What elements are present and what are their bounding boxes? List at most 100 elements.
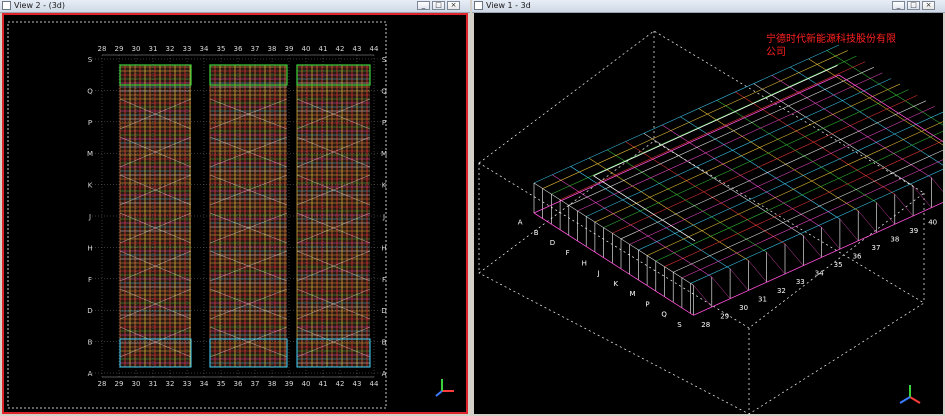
facade-brace <box>766 252 786 275</box>
facade-brace <box>711 276 731 299</box>
minimize-icon: _ <box>421 1 426 9</box>
close-icon: × <box>925 1 932 9</box>
minimize-button[interactable]: _ <box>892 1 905 10</box>
grid-label-top: 36 <box>234 45 243 53</box>
grid-label-bottom: 31 <box>149 380 158 388</box>
grid-label-iso: 33 <box>796 278 805 286</box>
roof-beam <box>533 182 694 286</box>
grid-label-top: 44 <box>370 45 379 53</box>
facade-brace <box>894 194 914 217</box>
company-annotation: 宁德时代新能源科技股份有限 公司 <box>766 33 916 59</box>
grid-label-right: H <box>381 244 386 252</box>
grid-label-bottom: 30 <box>132 380 141 388</box>
roof-beam <box>552 174 712 278</box>
roof-beam <box>620 100 927 240</box>
roof-beam <box>808 58 943 146</box>
minimize-icon: _ <box>896 1 901 9</box>
roof-beam <box>625 141 786 245</box>
view1-titlebar[interactable]: View 1 - 3d _ □ × <box>472 0 945 13</box>
grid-label-right: A <box>382 370 387 378</box>
grid-label-iso: B <box>534 229 539 237</box>
close-button[interactable]: × <box>447 1 460 10</box>
grid-label-iso: P <box>645 300 649 308</box>
grid-label-left: Q <box>87 87 93 95</box>
grid-label-top: 28 <box>98 45 107 53</box>
roof-beam <box>753 83 914 187</box>
close-button[interactable]: × <box>922 1 935 10</box>
grid-label-iso: 40 <box>928 218 937 226</box>
roof-beam <box>607 149 767 253</box>
grid-label-top: 41 <box>319 45 328 53</box>
grid-label-bottom: 33 <box>183 380 192 388</box>
view2-viewport[interactable]: 28 28 29 29 30 30 31 31 32 32 33 33 34 34 35 35 36 36 37 37… <box>2 13 468 414</box>
facade-brace <box>729 268 749 291</box>
grid-label-bottom: 44 <box>370 380 379 388</box>
facade-brace <box>748 260 767 283</box>
roof-beam <box>690 168 943 284</box>
grid-label-iso: J <box>597 270 600 278</box>
grid-label-iso: 29 <box>720 312 729 320</box>
view1-window[interactable]: View 1 - 3d _ □ × A B D F H J K M P Q S 28 29 30 31 32 3… <box>472 0 945 416</box>
grid-label-left: S <box>88 56 93 64</box>
minimize-button[interactable]: _ <box>417 1 430 10</box>
grid-label-left: B <box>88 339 93 347</box>
grid-label-iso: 30 <box>739 304 748 312</box>
facade-brace <box>784 243 804 266</box>
grid-label-iso: H <box>582 259 587 267</box>
grid-label-iso: 31 <box>758 295 767 303</box>
grid-label-iso: 32 <box>777 287 786 295</box>
grid-label-iso: 39 <box>909 227 918 235</box>
grid-label-bottom: 37 <box>251 380 260 388</box>
roof-beam <box>680 116 841 220</box>
grid-label-bottom: 40 <box>302 380 311 388</box>
roof-beam <box>638 111 943 251</box>
view1-viewport[interactable]: ABDFHJKMPQS28293031323334353637383940414… <box>474 13 943 414</box>
view2-window[interactable]: View 2 - (3d) _ □ × 28 28 29 29 30 30 31 31 32 32… <box>0 0 470 416</box>
grid-label-iso: K <box>614 280 619 288</box>
grid-label-iso: A <box>518 219 523 227</box>
grid-label-bottom: 39 <box>285 380 294 388</box>
grid-label-iso: D <box>550 239 555 247</box>
grid-label-iso: 36 <box>853 253 862 261</box>
grid-label-bottom: 29 <box>115 380 124 388</box>
grid-label-top: 29 <box>115 45 124 53</box>
grid-label-right: J <box>382 213 385 221</box>
grid-label-bottom: 43 <box>353 380 362 388</box>
facade-brace <box>876 202 895 225</box>
grid-label-bottom: 35 <box>217 380 226 388</box>
bounding-box <box>478 30 925 414</box>
grid-label-right: F <box>382 276 386 284</box>
restore-button[interactable]: □ <box>907 1 920 10</box>
view2-title: View 2 - (3d) <box>14 1 65 10</box>
grid-label-iso: 35 <box>834 261 843 269</box>
facade-brace <box>821 227 841 250</box>
restore-button[interactable]: □ <box>432 1 445 10</box>
base-line <box>533 74 840 214</box>
facade-brace <box>931 177 943 192</box>
window-icon <box>474 1 483 10</box>
company-line-1: 宁德时代新能源科技股份有限 <box>766 34 896 45</box>
roof-beam <box>559 61 866 201</box>
close-icon: × <box>450 1 457 9</box>
grid-label-top: 37 <box>251 45 260 53</box>
grid-label-iso: M <box>629 290 635 298</box>
roof-beam <box>771 75 932 178</box>
grid-label-top: 33 <box>183 45 192 53</box>
roof-beam <box>655 130 943 262</box>
grid-label-right: D <box>381 307 386 315</box>
axis-triad-icon <box>899 385 921 404</box>
facade-brace <box>912 185 932 208</box>
grid-label-top: 42 <box>336 45 345 53</box>
grid-label-bottom: 32 <box>166 380 175 388</box>
grid-label-top: 35 <box>217 45 226 53</box>
grid-label-left: M <box>87 150 93 158</box>
grid-label-left: A <box>88 370 93 378</box>
roof-beam <box>612 94 918 234</box>
roof-beam <box>588 157 749 261</box>
grid-label-right: S <box>382 56 387 64</box>
roof-beam <box>716 99 877 203</box>
roof-beam <box>570 166 731 269</box>
grid-label-left: P <box>88 119 92 127</box>
grid-label-left: F <box>88 276 92 284</box>
view2-titlebar[interactable]: View 2 - (3d) _ □ × <box>0 0 470 13</box>
